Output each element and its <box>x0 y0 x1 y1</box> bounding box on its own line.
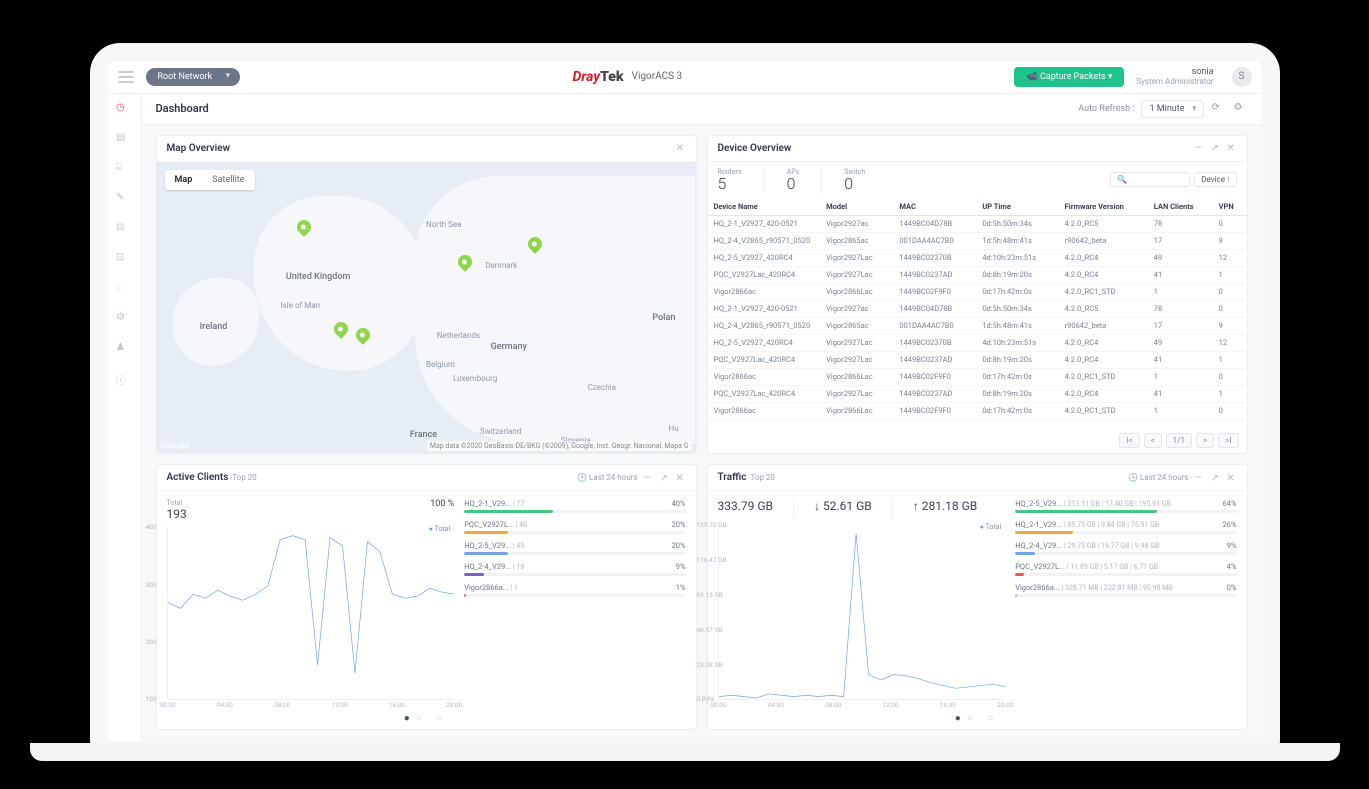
table-row[interactable]: PQC_V2927Lac_420RC4Vigor2927Lac1449BC023… <box>708 351 1247 368</box>
user-block[interactable]: sonia System Administrator <box>1136 67 1213 86</box>
avatar[interactable]: S <box>1232 67 1252 87</box>
bar-item[interactable]: Vigor2866a... | 328.71 MB | 232.81 MB | … <box>1015 583 1236 597</box>
page-header: Dashboard Auto Refresh : 1 Minute ⟳ ⚙ <box>142 94 1262 125</box>
sidebar-monitor-icon[interactable]: ⌸ <box>116 162 132 178</box>
logo: DrayTek <box>573 69 624 85</box>
table-row[interactable]: HQ_2-1_V2927_420-0521Vigor2927ac1449BC04… <box>708 215 1247 232</box>
bar-item[interactable]: PQC_V2927L... | 4020% <box>464 520 685 534</box>
sidebar-about-icon[interactable]: ⓘ <box>116 372 132 388</box>
table-row[interactable]: HQ_2-5_V2927_420RC4Vigor2927Lac1449BC023… <box>708 249 1247 266</box>
col-header[interactable]: MAC <box>893 198 976 216</box>
minimize-icon[interactable]: — <box>1195 143 1205 153</box>
time-range[interactable]: 🕓 Last 24 hours <box>577 473 638 482</box>
close-icon[interactable]: ✕ <box>1227 473 1237 483</box>
device-table: Device NameModelMACUP TimeFirmware Versi… <box>708 198 1247 429</box>
table-row[interactable]: Vigor2866acVigor2866Lac1449BC02F9F00d:17… <box>708 283 1247 300</box>
table-row[interactable]: HQ_2-1_V2927_420-0521Vigor2927ac1449BC04… <box>708 300 1247 317</box>
pager-first[interactable]: I< <box>1119 433 1139 448</box>
google-logo: Google <box>161 441 190 451</box>
col-header[interactable]: Device Name <box>708 198 821 216</box>
brand: DrayTek VigorACS 3 <box>573 69 683 85</box>
close-icon[interactable]: ✕ <box>1227 143 1237 153</box>
topbar: Root Network DrayTek VigorACS 3 📹 Captur… <box>108 61 1262 94</box>
sidebar-provision-icon[interactable]: ⊟ <box>116 222 132 238</box>
minimize-icon[interactable]: — <box>1195 473 1205 483</box>
minimize-icon[interactable]: — <box>644 473 654 483</box>
sidebar: ◷ ▤ ⌸ ✎ ⊟ ⊡ ◌ ⚙ ♟ ⓘ <box>108 94 142 741</box>
sidebar-dashboard-icon[interactable]: ◷ <box>116 102 132 118</box>
device-pager: I< < 1/1 > >I <box>708 428 1247 453</box>
device-overview-card: Device Overview — ↗ ✕ Routers5 APs0 Swit… <box>707 135 1248 455</box>
traffic-card: Traffic Top 20 🕓 Last 24 hours — ↗ ✕ 333… <box>707 464 1248 730</box>
close-icon[interactable]: ✕ <box>676 143 686 153</box>
close-icon[interactable]: ✕ <box>676 473 686 483</box>
map-overview-card: Map Overview ✕ Map Satellite North Sea U <box>156 135 697 455</box>
device-search-input[interactable] <box>1110 172 1190 187</box>
sidebar-settings-icon[interactable]: ⚙ <box>116 312 132 328</box>
pager-next[interactable]: > <box>1196 433 1214 448</box>
time-range[interactable]: 🕓 Last 24 hours <box>1128 473 1189 482</box>
bar-item[interactable]: HQ_2-1_V29... | 85.75 GB | 9.84 GB | 75.… <box>1015 520 1236 534</box>
bar-item[interactable]: Vigor2866a... | 11% <box>464 583 685 597</box>
page-title: Dashboard <box>156 102 209 115</box>
map-button[interactable]: Map <box>165 170 203 190</box>
capture-packets-button[interactable]: 📹 Capture Packets ▾ <box>1014 67 1124 87</box>
table-row[interactable]: HQ_2-4_V2865_r90571_0520Vigor2865ac001DA… <box>708 232 1247 249</box>
auto-refresh-label: Auto Refresh : <box>1078 104 1134 114</box>
hamburger-icon[interactable] <box>118 71 134 83</box>
stat-routers: Routers5 <box>718 168 742 192</box>
col-header[interactable]: UP Time <box>976 198 1058 216</box>
bar-item[interactable]: HQ_2-4_V29... | 189% <box>464 562 685 576</box>
device-overview-title: Device Overview <box>718 143 792 154</box>
auto-refresh-dropdown[interactable]: 1 Minute <box>1141 100 1204 118</box>
product-name: VigorACS 3 <box>632 71 683 82</box>
clients-chart[interactable]: Total 00:0004:0008:0012:0016:0020:001002… <box>167 527 455 700</box>
bar-item[interactable]: HQ_2-5_V29... | 4920% <box>464 541 685 555</box>
network-dropdown[interactable]: Root Network <box>146 68 241 86</box>
pager-page: 1/1 <box>1166 433 1192 448</box>
map-attribution: Map data ©2020 GeoBasis-DE/BKG (©2009), … <box>427 441 692 451</box>
carousel-dots[interactable]: ●○ ○ <box>157 708 696 729</box>
bar-item[interactable]: PQC_V2927L... | 11.89 GB | 5.17 GB | 6.7… <box>1015 562 1236 576</box>
col-header[interactable]: VPN <box>1213 198 1247 216</box>
table-row[interactable]: HQ_2-5_V2927_420RC4Vigor2927Lac1449BC023… <box>708 334 1247 351</box>
map-canvas[interactable]: Map Satellite North Sea United Kingdom I… <box>157 162 696 454</box>
sidebar-reports-icon[interactable]: ◌ <box>116 282 132 298</box>
expand-icon[interactable]: ↗ <box>1211 143 1221 153</box>
stat-aps: APs0 <box>787 168 800 192</box>
carousel-dots[interactable]: ●○ ○ <box>708 708 1247 729</box>
pager-last[interactable]: >I <box>1218 433 1238 448</box>
map-title: Map Overview <box>167 143 231 154</box>
bar-item[interactable]: HQ_2-4_V29... | 29.75 GB | 19.77 GB | 9.… <box>1015 541 1236 555</box>
refresh-icon[interactable]: ⟳ <box>1212 102 1226 116</box>
sidebar-maintenance-icon[interactable]: ⊡ <box>116 252 132 268</box>
bar-item[interactable]: HQ_2-5_V29... | 213.11 GB | 17.40 GB | 1… <box>1015 499 1236 513</box>
table-row[interactable]: Vigor2866acVigor2866Lac1449BC02F9F00d:17… <box>708 368 1247 385</box>
col-header[interactable]: Firmware Version <box>1059 198 1148 216</box>
expand-icon[interactable]: ↗ <box>660 473 670 483</box>
stat-switch: Switch0 <box>844 168 865 192</box>
device-filter-dropdown[interactable]: Device ⁝ <box>1194 172 1236 187</box>
pager-prev[interactable]: < <box>1144 433 1162 448</box>
sidebar-network-icon[interactable]: ▤ <box>116 132 132 148</box>
table-row[interactable]: HQ_2-4_V2865_r90571_0520Vigor2865ac001DA… <box>708 317 1247 334</box>
active-clients-card: Active Clients Top 20 🕓 Last 24 hours — … <box>156 464 697 730</box>
traffic-chart[interactable]: Total 00:0004:0008:0012:0016:0020:000 By… <box>718 525 1006 700</box>
table-row[interactable]: PQC_V2927Lac_420RC4Vigor2927Lac1449BC023… <box>708 266 1247 283</box>
col-header[interactable]: LAN Clients <box>1148 198 1213 216</box>
sidebar-user-icon[interactable]: ♟ <box>116 342 132 358</box>
map-type-toggle: Map Satellite <box>165 170 255 190</box>
settings-icon[interactable]: ⚙ <box>1234 102 1248 116</box>
bar-item[interactable]: HQ_2-1_V29... | 7740% <box>464 499 685 513</box>
sidebar-config-icon[interactable]: ✎ <box>116 192 132 208</box>
expand-icon[interactable]: ↗ <box>1211 473 1221 483</box>
table-row[interactable]: PQC_V2927Lac_420RC4Vigor2927Lac1449BC023… <box>708 385 1247 402</box>
table-row[interactable]: Vigor2866acVigor2866Lac1449BC02F9F00d:17… <box>708 402 1247 419</box>
col-header[interactable]: Model <box>820 198 893 216</box>
satellite-button[interactable]: Satellite <box>202 170 254 190</box>
